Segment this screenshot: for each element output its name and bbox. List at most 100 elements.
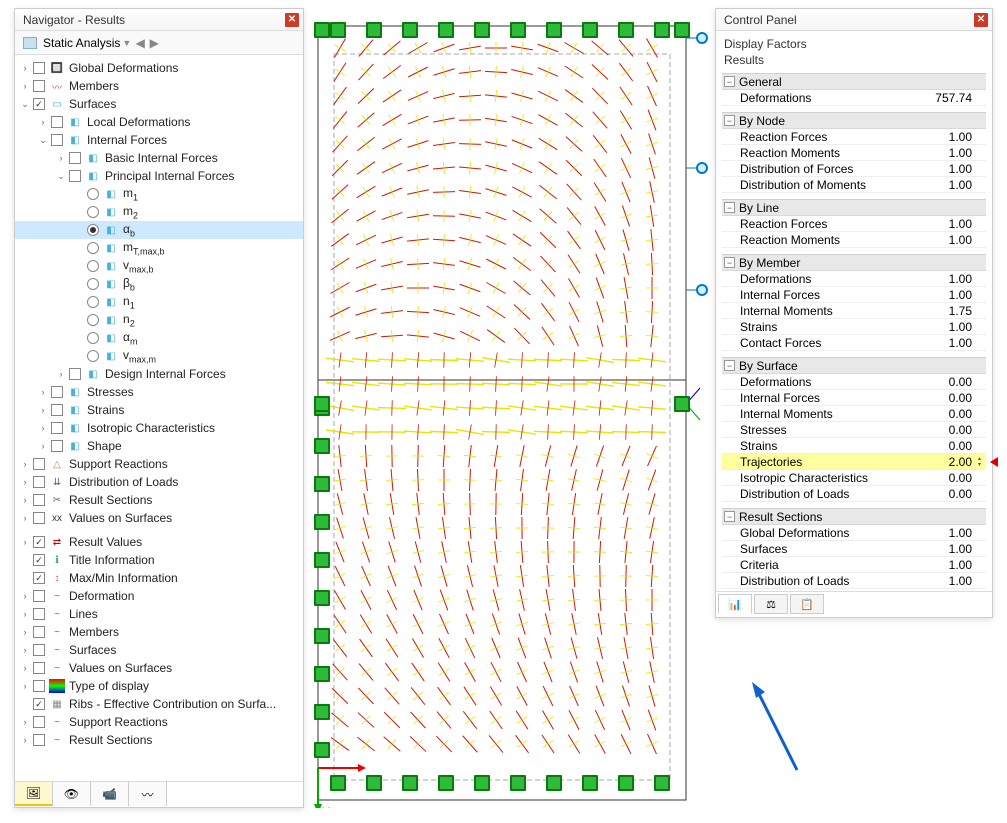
- factor-value[interactable]: 1.00: [930, 336, 986, 350]
- close-icon[interactable]: ✕: [285, 13, 299, 27]
- factor-value[interactable]: 1.00: [930, 162, 986, 176]
- factor-value[interactable]: 0.00: [930, 407, 986, 421]
- expand-icon[interactable]: ›: [19, 513, 31, 523]
- expand-icon[interactable]: ›: [55, 369, 67, 379]
- tree-item[interactable]: ›◧Strains: [15, 401, 303, 419]
- tree-item[interactable]: ›◧Basic Internal Forces: [15, 149, 303, 167]
- expand-icon[interactable]: ›: [19, 663, 31, 673]
- next-arrow-icon[interactable]: ▶: [147, 36, 161, 50]
- tree-item[interactable]: ›△Support Reactions: [15, 455, 303, 473]
- fe-node[interactable]: [366, 775, 382, 791]
- cp-tab[interactable]: 📋: [790, 594, 824, 614]
- cp-tab[interactable]: ⚖: [754, 594, 788, 614]
- tree-item[interactable]: ›~Members: [15, 623, 303, 641]
- tree-item[interactable]: ›🔲Global Deformations: [15, 59, 303, 77]
- collapse-icon[interactable]: −: [724, 511, 735, 522]
- factor-value[interactable]: 1.00: [930, 217, 986, 231]
- tree-item[interactable]: ◧m2: [15, 203, 303, 221]
- checkbox[interactable]: [33, 458, 45, 470]
- expand-icon[interactable]: ›: [19, 477, 31, 487]
- factor-value[interactable]: 1.75: [930, 304, 986, 318]
- factor-value[interactable]: 0.00: [930, 487, 986, 501]
- tree-item[interactable]: ⌄◧Internal Forces: [15, 131, 303, 149]
- expand-icon[interactable]: ›: [19, 627, 31, 637]
- factor-value[interactable]: 1.00: [930, 272, 986, 286]
- fe-node[interactable]: [402, 22, 418, 38]
- factor-row[interactable]: Strains1.00: [722, 319, 986, 335]
- tree-item[interactable]: ◧αm: [15, 329, 303, 347]
- checkbox[interactable]: [33, 734, 45, 746]
- checkbox[interactable]: ✓: [33, 698, 45, 710]
- section-header[interactable]: −By Surface: [722, 357, 986, 374]
- section-header[interactable]: −Result Sections: [722, 508, 986, 525]
- footer-tab[interactable]: 🖼: [15, 782, 53, 806]
- fe-node[interactable]: [314, 666, 330, 682]
- checkbox[interactable]: [33, 494, 45, 506]
- checkbox[interactable]: [33, 62, 45, 74]
- fe-node[interactable]: [674, 22, 690, 38]
- fe-node[interactable]: [618, 22, 634, 38]
- tree-item[interactable]: ›〰Members: [15, 77, 303, 95]
- fe-node[interactable]: [582, 775, 598, 791]
- factor-row[interactable]: Internal Forces1.00: [722, 287, 986, 303]
- checkbox[interactable]: [33, 608, 45, 620]
- radio-button[interactable]: [87, 242, 99, 254]
- checkbox[interactable]: ✓: [33, 536, 45, 548]
- collapse-icon[interactable]: −: [724, 202, 735, 213]
- tree-item[interactable]: ✓↕Max/Min Information: [15, 569, 303, 587]
- section-header[interactable]: −General: [722, 73, 986, 90]
- expand-icon[interactable]: ›: [19, 459, 31, 469]
- expand-icon[interactable]: ›: [55, 153, 67, 163]
- tree-item[interactable]: ›◧Stresses: [15, 383, 303, 401]
- factor-row[interactable]: Surfaces1.00: [722, 541, 986, 557]
- tree-item[interactable]: ◧αb: [15, 221, 303, 239]
- checkbox[interactable]: [33, 644, 45, 656]
- factor-value[interactable]: 1.00: [930, 178, 986, 192]
- fe-node[interactable]: [314, 438, 330, 454]
- footer-tab[interactable]: 📹: [91, 782, 129, 806]
- expand-icon[interactable]: ›: [19, 537, 31, 547]
- tree-item[interactable]: ⌄◧Principal Internal Forces: [15, 167, 303, 185]
- factor-value[interactable]: 2.00▴▾: [930, 455, 986, 469]
- expand-icon[interactable]: ›: [37, 423, 49, 433]
- fe-node[interactable]: [366, 22, 382, 38]
- checkbox[interactable]: [33, 512, 45, 524]
- checkbox[interactable]: [51, 440, 63, 452]
- tree-item[interactable]: ◧mT,max,b: [15, 239, 303, 257]
- radio-button[interactable]: [87, 188, 99, 200]
- tree-item[interactable]: ›~Support Reactions: [15, 713, 303, 731]
- checkbox[interactable]: [33, 626, 45, 638]
- checkbox[interactable]: ✓: [33, 98, 45, 110]
- factor-value[interactable]: 1.00: [930, 526, 986, 540]
- fe-node[interactable]: [314, 704, 330, 720]
- expand-icon[interactable]: ›: [19, 81, 31, 91]
- factor-row[interactable]: Deformations757.74: [722, 90, 986, 106]
- radio-button[interactable]: [87, 332, 99, 344]
- checkbox[interactable]: [51, 404, 63, 416]
- radio-button[interactable]: [87, 206, 99, 218]
- close-icon[interactable]: ✕: [974, 13, 988, 27]
- fe-node[interactable]: [474, 22, 490, 38]
- factor-value[interactable]: 1.00: [930, 542, 986, 556]
- factor-value[interactable]: 0.00: [930, 471, 986, 485]
- fe-node[interactable]: [674, 396, 690, 412]
- factor-row[interactable]: Isotropic Characteristics0.00: [722, 470, 986, 486]
- cp-tab[interactable]: 📊: [718, 594, 752, 614]
- factor-value[interactable]: 0.00: [930, 423, 986, 437]
- factor-value[interactable]: 1.00: [930, 130, 986, 144]
- collapse-icon[interactable]: −: [724, 76, 735, 87]
- expand-icon[interactable]: ›: [37, 387, 49, 397]
- factor-value[interactable]: 0.00: [930, 375, 986, 389]
- section-header[interactable]: −By Node: [722, 112, 986, 129]
- checkbox[interactable]: [51, 386, 63, 398]
- checkbox[interactable]: [51, 134, 63, 146]
- fe-node[interactable]: [402, 775, 418, 791]
- expand-icon[interactable]: ›: [37, 441, 49, 451]
- radio-button[interactable]: [87, 314, 99, 326]
- radio-button[interactable]: [87, 350, 99, 362]
- tree-item[interactable]: ◧vmax,m: [15, 347, 303, 365]
- tree-item[interactable]: ✓ℹTitle Information: [15, 551, 303, 569]
- expand-icon[interactable]: ›: [19, 681, 31, 691]
- expand-icon[interactable]: ›: [19, 735, 31, 745]
- fe-node[interactable]: [582, 22, 598, 38]
